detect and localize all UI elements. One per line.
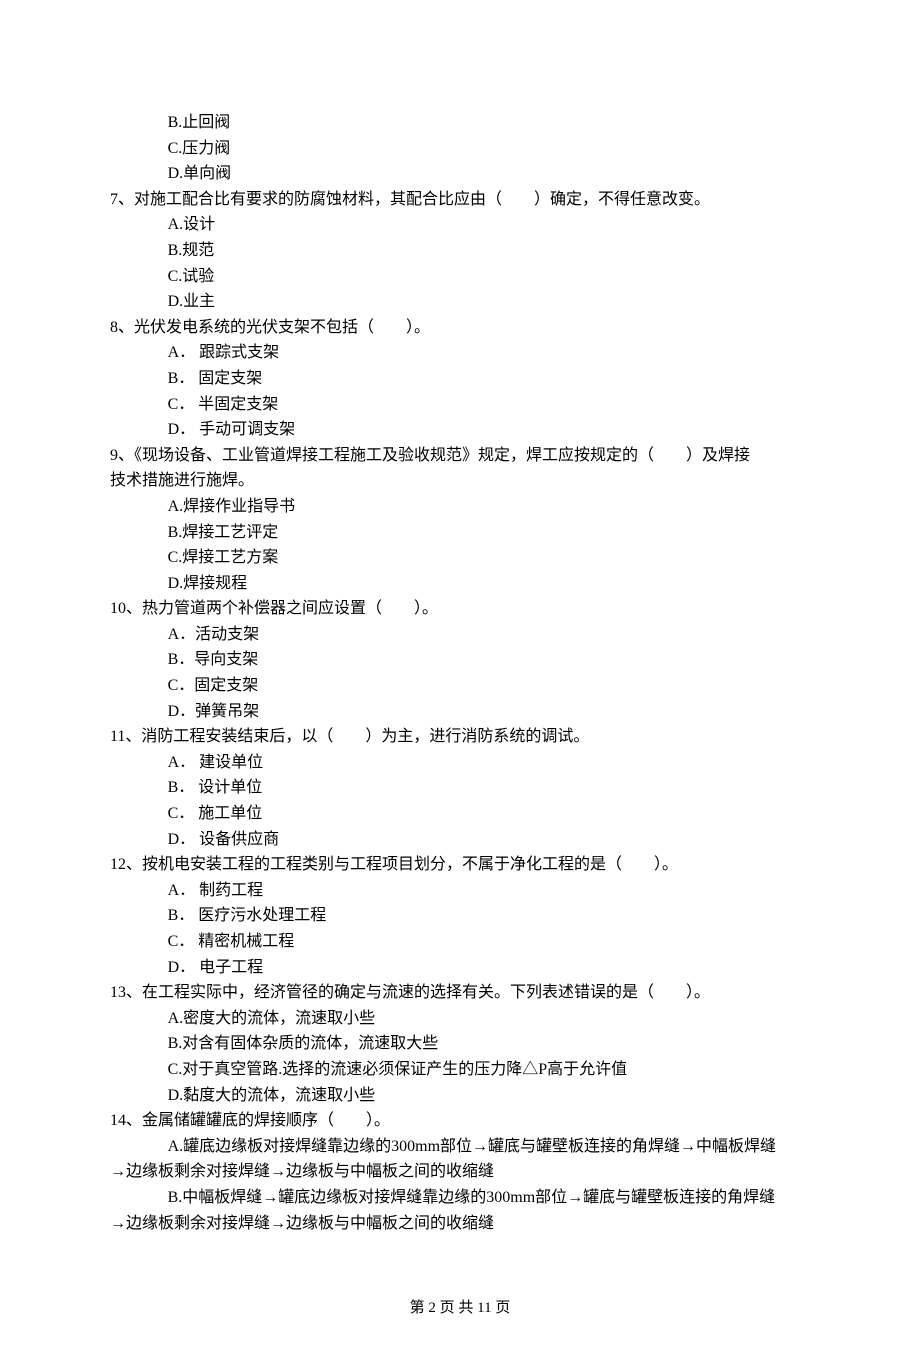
- q7-option-a: A.设计: [110, 212, 810, 238]
- q9-option-a: A.焊接作业指导书: [110, 494, 810, 520]
- q12-option-a: A． 制药工程: [110, 878, 810, 904]
- q9-stem-line1: 9、《现场设备、工业管道焊接工程施工及验收规范》规定，焊工应按规定的（ ）及焊接: [110, 443, 810, 469]
- q8-option-a: A． 跟踪式支架: [110, 340, 810, 366]
- q9-stem-line2: 技术措施进行施焊。: [110, 468, 810, 494]
- q6-option-c: C.压力阀: [110, 136, 810, 162]
- q12-stem: 12、按机电安装工程的工程类别与工程项目划分，不属于净化工程的是（ ）。: [110, 852, 810, 878]
- page-footer: 第 2 页 共 11 页: [110, 1296, 810, 1320]
- q12-option-b: B． 医疗污水处理工程: [110, 903, 810, 929]
- q14-option-a-line1: A.罐底边缘板对接焊缝靠边缘的300mm部位→罐底与罐壁板连接的角焊缝→中幅板焊…: [110, 1134, 810, 1160]
- q10-option-b: B．导向支架: [110, 647, 810, 673]
- q10-stem: 10、热力管道两个补偿器之间应设置（ ）。: [110, 596, 810, 622]
- q13-option-c: C.对于真空管路.选择的流速必须保证产生的压力降△P高于允许值: [110, 1057, 810, 1083]
- q12-option-d: D． 电子工程: [110, 955, 810, 981]
- q11-stem: 11、消防工程安装结束后，以（ ）为主，进行消防系统的调试。: [110, 724, 810, 750]
- q9-option-b: B.焊接工艺评定: [110, 520, 810, 546]
- q9-option-c: C.焊接工艺方案: [110, 545, 810, 571]
- q13-option-a: A.密度大的流体，流速取小些: [110, 1006, 810, 1032]
- q7-option-c: C.试验: [110, 264, 810, 290]
- q8-stem: 8、光伏发电系统的光伏支架不包括（ ）。: [110, 315, 810, 341]
- q10-option-d: D．弹簧吊架: [110, 699, 810, 725]
- q14-option-b-line1: B.中幅板焊缝→罐底边缘板对接焊缝靠边缘的300mm部位→罐底与罐壁板连接的角焊…: [110, 1185, 810, 1211]
- q8-option-b: B． 固定支架: [110, 366, 810, 392]
- q10-option-c: C．固定支架: [110, 673, 810, 699]
- q7-option-d: D.业主: [110, 289, 810, 315]
- q6-option-d: D.单向阀: [110, 161, 810, 187]
- q6-option-b: B.止回阀: [110, 110, 810, 136]
- q9-option-d: D.焊接规程: [110, 571, 810, 597]
- q11-option-b: B． 设计单位: [110, 775, 810, 801]
- q14-option-a-line2: →边缘板剩余对接焊缝→边缘板与中幅板之间的收缩缝: [110, 1159, 810, 1185]
- q14-stem: 14、金属储罐罐底的焊接顺序（ ）。: [110, 1108, 810, 1134]
- q8-option-d: D． 手动可调支架: [110, 417, 810, 443]
- q11-option-d: D． 设备供应商: [110, 827, 810, 853]
- q10-option-a: A．活动支架: [110, 622, 810, 648]
- q13-option-b: B.对含有固体杂质的流体，流速取大些: [110, 1031, 810, 1057]
- q7-stem: 7、对施工配合比有要求的防腐蚀材料，其配合比应由（ ）确定，不得任意改变。: [110, 187, 810, 213]
- q13-stem: 13、在工程实际中，经济管径的确定与流速的选择有关。下列表述错误的是（ ）。: [110, 980, 810, 1006]
- q13-option-d: D.黏度大的流体，流速取小些: [110, 1083, 810, 1109]
- q12-option-c: C． 精密机械工程: [110, 929, 810, 955]
- q14-option-b-line2: →边缘板剩余对接焊缝→边缘板与中幅板之间的收缩缝: [110, 1211, 810, 1237]
- q8-option-c: C． 半固定支架: [110, 392, 810, 418]
- q11-option-c: C． 施工单位: [110, 801, 810, 827]
- q11-option-a: A． 建设单位: [110, 750, 810, 776]
- q7-option-b: B.规范: [110, 238, 810, 264]
